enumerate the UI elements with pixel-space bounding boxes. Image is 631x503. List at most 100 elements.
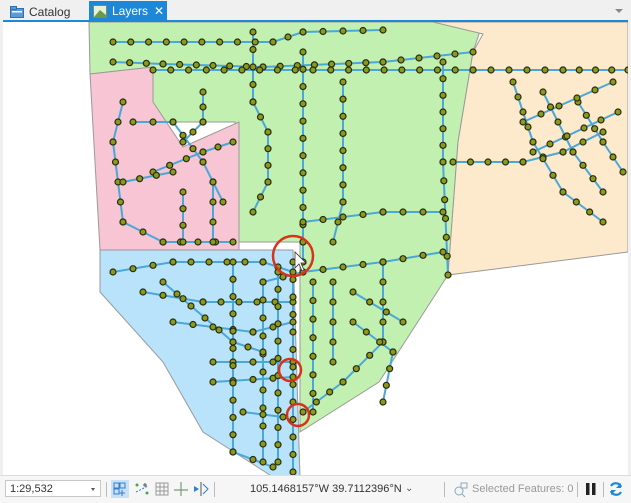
network-node: [289, 433, 297, 441]
network-node: [249, 328, 257, 336]
network-node: [289, 293, 297, 301]
network-node: [339, 112, 347, 120]
network-node: [441, 196, 449, 204]
network-node: [398, 66, 406, 74]
network-node: [329, 358, 337, 366]
network-node: [127, 38, 135, 46]
network-node: [326, 388, 334, 396]
network-node: [149, 66, 157, 74]
network-node: [539, 155, 547, 163]
network-node: [329, 278, 337, 286]
scale-selector[interactable]: 1:29,532: [5, 480, 101, 497]
network-node: [349, 288, 357, 296]
network-node: [259, 258, 267, 266]
network-node: [579, 161, 587, 169]
network-node: [199, 298, 207, 306]
network-node: [329, 338, 337, 346]
coords-format-dropdown[interactable]: ⌄: [405, 483, 413, 494]
network-node: [259, 458, 267, 466]
network-node: [264, 145, 272, 153]
network-node: [279, 413, 287, 421]
network-node: [289, 380, 297, 389]
tab-overflow-dropdown-icon[interactable]: [615, 9, 623, 13]
network-node: [209, 61, 217, 70]
network-node: [399, 318, 407, 326]
network-node: [379, 398, 387, 406]
network-node: [274, 337, 282, 345]
network-node: [199, 148, 207, 156]
catalog-icon: [10, 5, 24, 18]
network-node: [209, 218, 217, 226]
network-node: [339, 129, 347, 138]
constraints-icon[interactable]: [133, 480, 151, 498]
network-node: [229, 431, 237, 439]
network-node: [167, 66, 175, 74]
selected-features-count[interactable]: Selected Features: 0: [472, 483, 574, 495]
network-node: [256, 113, 265, 121]
network-node: [220, 66, 228, 74]
network-node: [519, 118, 527, 126]
status-bar: 1:29,532 105.1468157°W 39.7112396°N ⌄ Se…: [0, 475, 631, 503]
network-node: [249, 45, 257, 54]
network-node: [274, 406, 282, 414]
network-node: [589, 175, 597, 183]
network-node: [179, 188, 187, 196]
close-icon[interactable]: ✕: [154, 4, 164, 18]
network-node: [451, 50, 459, 58]
network-node: [229, 292, 237, 301]
network-node: [419, 251, 427, 259]
network-node: [264, 128, 272, 136]
network-node: [319, 27, 327, 36]
tab-catalog[interactable]: Catalog: [6, 2, 70, 21]
pause-icon[interactable]: [582, 480, 600, 498]
network-node: [274, 354, 282, 362]
cross-icon[interactable]: [172, 480, 190, 498]
network-node: [359, 260, 367, 269]
network-node: [469, 66, 477, 74]
map-view[interactable]: [3, 20, 628, 477]
refresh-icon[interactable]: [607, 480, 625, 498]
network-node: [379, 278, 387, 286]
network-node: [339, 27, 347, 35]
network-node: [179, 131, 187, 139]
network-node: [416, 66, 424, 74]
network-node: [362, 328, 370, 336]
tab-layers[interactable]: Layers ✕: [89, 1, 167, 21]
network-node: [256, 193, 265, 201]
network-node: [226, 62, 234, 70]
network-node: [554, 118, 562, 126]
network-node: [233, 38, 242, 46]
correction-icon[interactable]: [192, 480, 210, 498]
network-node: [289, 450, 297, 459]
network-node: [199, 158, 207, 166]
network-node: [116, 198, 125, 206]
network-node: [487, 66, 495, 74]
network-node: [329, 238, 337, 246]
network-node: [439, 125, 447, 133]
network-node: [339, 78, 347, 86]
network-node: [229, 413, 237, 422]
divider: [214, 482, 215, 497]
network-node: [179, 221, 187, 229]
map-canvas[interactable]: [3, 22, 628, 477]
network-node: [439, 141, 447, 149]
network-node: [339, 95, 347, 103]
network-node: [229, 396, 237, 404]
network-node: [599, 188, 607, 196]
snapping-icon[interactable]: [111, 480, 129, 498]
selected-features-icon[interactable]: [452, 480, 470, 498]
network-node: [249, 28, 257, 36]
grid-icon[interactable]: [153, 480, 171, 498]
network-node: [509, 78, 517, 86]
network-node: [229, 258, 237, 266]
network-node: [379, 58, 387, 66]
network-node: [187, 258, 195, 266]
network-node: [339, 146, 347, 155]
network-node: [519, 108, 527, 116]
divider: [603, 482, 604, 497]
network-node: [199, 118, 207, 126]
network-node: [159, 291, 167, 299]
network-node: [539, 88, 547, 96]
network-node: [386, 365, 394, 373]
network-node: [439, 208, 447, 216]
